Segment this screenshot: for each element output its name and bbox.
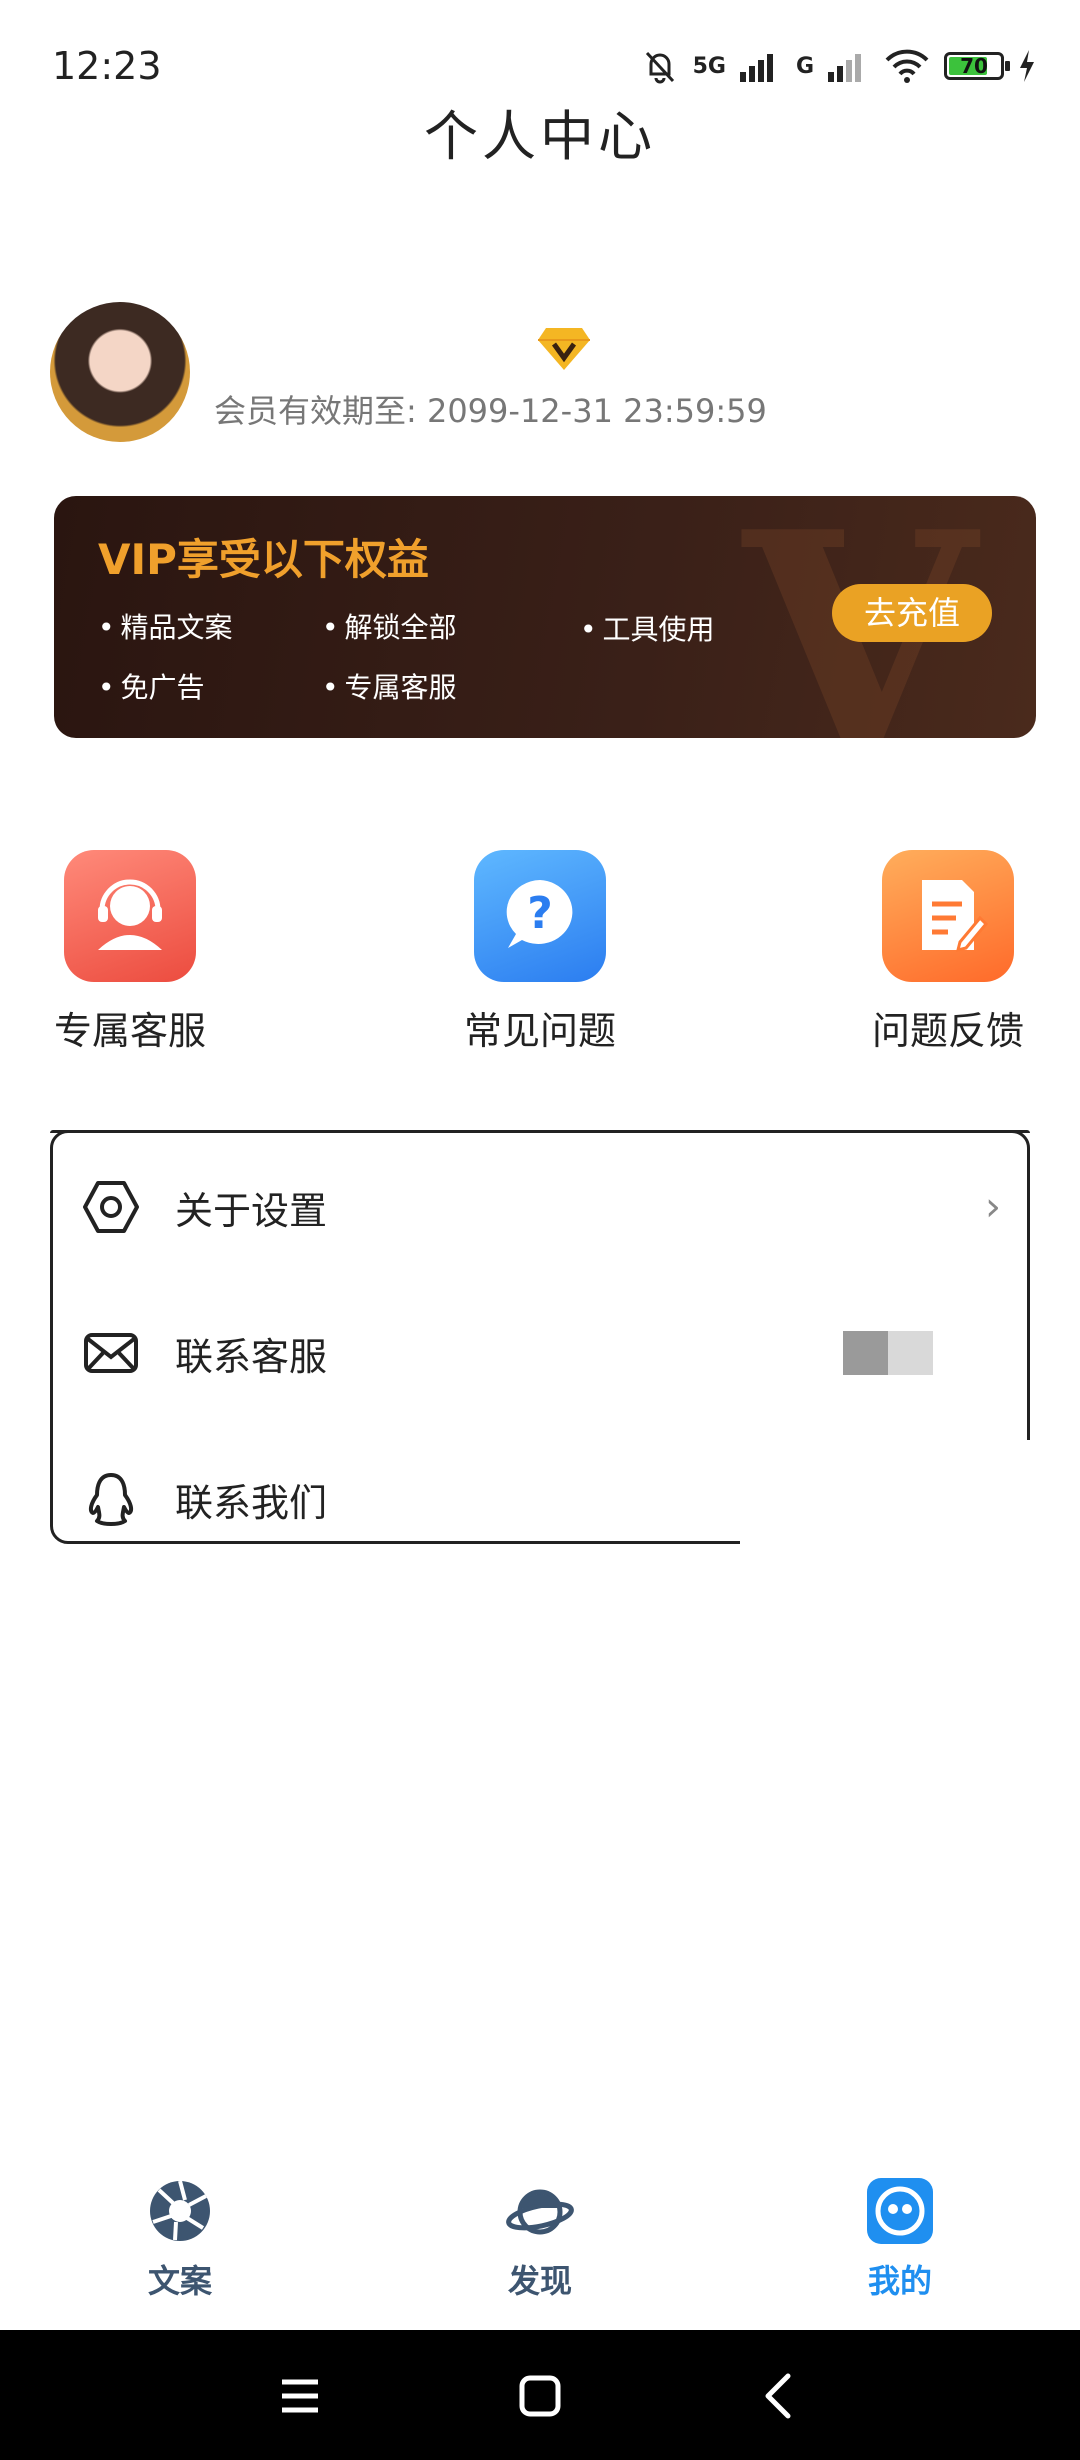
svg-text:?: ? xyxy=(527,888,553,939)
charging-bolt-icon xyxy=(1020,50,1034,82)
planet-icon xyxy=(506,2189,574,2235)
menu-item-contact-service[interactable]: 联系客服 xyxy=(53,1293,1027,1413)
vip-diamond-icon xyxy=(538,328,590,370)
nav-tab-label: 发现 xyxy=(507,2262,572,2300)
quick-action-faq[interactable]: ? 常见问题 xyxy=(440,850,640,1055)
blurred-contact-value xyxy=(843,1331,933,1375)
benefit-item: 解锁全部 xyxy=(322,606,457,646)
mail-icon xyxy=(84,1333,138,1373)
benefit-item: 专属客服 xyxy=(322,666,457,706)
signal-bars-weak-icon xyxy=(828,54,861,82)
home-icon[interactable] xyxy=(512,2368,568,2424)
menu-item-label: 关于设置 xyxy=(175,1188,328,1233)
battery-level: 70 xyxy=(960,54,988,78)
quick-action-label: 问题反馈 xyxy=(871,1009,1024,1053)
card-top-border xyxy=(50,1130,1030,1133)
membership-expiry: 会员有效期至: 2099-12-31 23:59:59 xyxy=(214,392,767,430)
mute-bell-icon xyxy=(645,51,674,84)
status-time: 12:23 xyxy=(52,44,162,88)
nav-tab-label: 我的 xyxy=(867,2262,932,2300)
smiley-face-icon xyxy=(867,2178,933,2244)
menu-item-label: 联系客服 xyxy=(175,1334,328,1379)
bottom-navigation: 文案 发现 我的 xyxy=(0,2160,1080,2330)
menu-item-label: 联系我们 xyxy=(175,1480,328,1525)
benefit-item: 免广告 xyxy=(98,666,205,706)
card-bottom-border xyxy=(68,1541,740,1544)
nav-tab-discover[interactable]: 发现 xyxy=(450,2176,630,2302)
network-5g-label: 5G xyxy=(692,53,726,79)
nav-tab-label: 文案 xyxy=(147,2262,212,2300)
question-bubble-icon: ? xyxy=(474,850,606,982)
system-navigation-bar xyxy=(0,2330,1080,2460)
benefit-item: 工具使用 xyxy=(580,608,715,648)
vip-benefits-banner[interactable]: V VIP享受以下权益 精品文案 解锁全部 工具使用 免广告 专属客服 去充值 xyxy=(54,496,1036,738)
benefit-item: 精品文案 xyxy=(98,606,233,646)
document-edit-icon xyxy=(882,850,1014,982)
quick-action-label: 专属客服 xyxy=(53,1009,206,1053)
qq-penguin-icon xyxy=(88,1473,134,1526)
card-right-border xyxy=(1027,1148,1030,1438)
wifi-icon xyxy=(885,49,929,83)
avatar[interactable] xyxy=(50,302,190,442)
status-icons: 5G G 70 xyxy=(641,44,1036,88)
page-title: 个人中心 xyxy=(424,105,656,168)
menu-item-about-settings[interactable]: 关于设置 › xyxy=(53,1147,1027,1267)
chevron-right-icon: › xyxy=(985,1184,1001,1230)
signal-bars-icon xyxy=(739,54,773,82)
back-icon[interactable] xyxy=(752,2368,808,2424)
quick-action-feedback[interactable]: 问题反馈 xyxy=(848,850,1048,1055)
nav-tab-mine[interactable]: 我的 xyxy=(810,2176,990,2302)
headset-agent-icon xyxy=(64,850,196,982)
quick-action-label: 常见问题 xyxy=(463,1009,616,1053)
hexagon-settings-icon xyxy=(83,1181,139,1233)
menu-icon[interactable] xyxy=(272,2368,328,2424)
nav-tab-copywriting[interactable]: 文案 xyxy=(90,2176,270,2302)
card-border-gap xyxy=(740,1440,1040,1550)
aperture-icon xyxy=(150,2180,210,2241)
recharge-button[interactable]: 去充值 xyxy=(832,584,992,642)
battery-icon: 70 xyxy=(944,52,1010,80)
vip-banner-title: VIP享受以下权益 xyxy=(98,535,429,584)
quick-action-exclusive-service[interactable]: 专属客服 xyxy=(30,850,230,1055)
network-g-label: G xyxy=(795,53,814,79)
